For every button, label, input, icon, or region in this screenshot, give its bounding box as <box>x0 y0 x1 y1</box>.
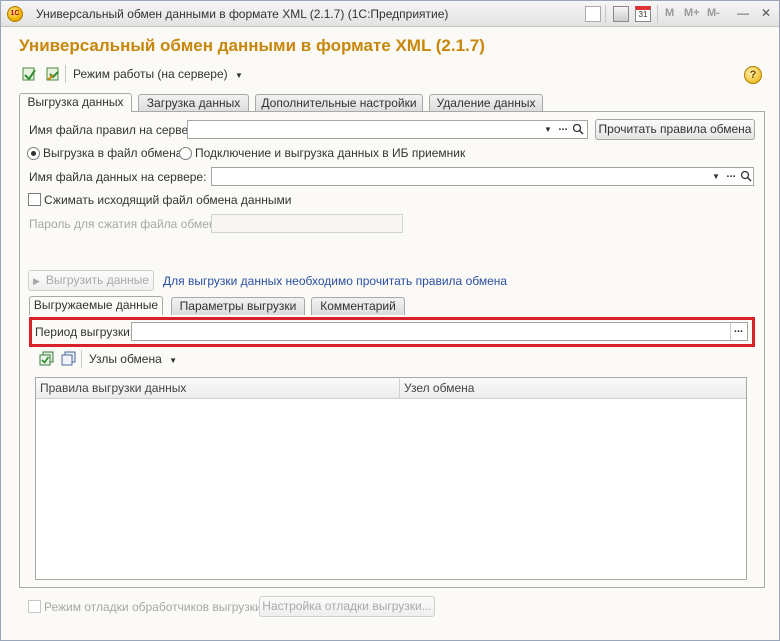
export-rules-table[interactable]: Правила выгрузки данных Узел обмена <box>35 377 747 580</box>
data-file-label: Имя файла данных на сервере: <box>29 170 207 184</box>
rules-file-input[interactable] <box>187 120 588 139</box>
export-to-file-radio[interactable] <box>27 147 40 160</box>
help-icon[interactable]: ? <box>744 66 762 84</box>
tab-exported-data[interactable]: Выгружаемые данные <box>29 296 163 315</box>
tab-additional-settings[interactable]: Дополнительные настройки <box>255 94 423 112</box>
column-header-export-rules[interactable]: Правила выгрузки данных <box>40 381 186 395</box>
close-button[interactable]: ✕ <box>757 5 775 22</box>
column-header-exchange-node[interactable]: Узел обмена <box>404 381 474 395</box>
uncheck-all-icon[interactable] <box>61 351 77 367</box>
compress-checkbox[interactable] <box>28 193 41 206</box>
rules-file-label: Имя файла правил на сервере: <box>29 123 205 137</box>
chevron-down-icon[interactable]: ▼ <box>541 121 555 138</box>
work-mode-dropdown[interactable]: Режим работы (на сервере) ▼ <box>73 67 243 81</box>
table-header: Правила выгрузки данных Узел обмена <box>36 378 746 399</box>
compress-label: Сжимать исходящий файл обмена данными <box>44 193 292 207</box>
check-all-icon[interactable] <box>39 351 55 367</box>
export-to-file-label: Выгрузка в файл обмена <box>43 146 183 160</box>
password-label: Пароль для сжатия файла обмена: <box>29 217 226 231</box>
toolbar-separator <box>81 350 82 368</box>
work-mode-label: Режим работы (на сервере) <box>73 67 228 81</box>
window-title: Универсальный обмен данными в формате XM… <box>36 7 449 21</box>
choose-file-button[interactable]: ... <box>555 121 571 138</box>
chevron-down-icon: ▼ <box>235 71 243 80</box>
period-highlight <box>29 317 755 347</box>
export-data-button[interactable]: ▶ Выгрузить данные <box>28 270 154 291</box>
connect-export-radio[interactable] <box>179 147 192 160</box>
column-separator[interactable] <box>399 378 400 399</box>
connect-export-label: Подключение и выгрузка данных в ИБ прием… <box>195 146 466 160</box>
play-icon: ▶ <box>33 276 40 286</box>
password-input[interactable] <box>211 214 403 233</box>
debug-mode-label: Режим отладки обработчиков выгрузки <box>44 600 262 614</box>
choose-data-file-button[interactable]: ... <box>723 168 739 185</box>
tab-import[interactable]: Загрузка данных <box>138 94 249 112</box>
main-window: 1С Универсальный обмен данными в формате… <box>0 0 780 641</box>
data-file-input[interactable] <box>211 167 754 186</box>
app-logo-icon[interactable]: 1С <box>7 6 23 22</box>
export-data-label: Выгрузить данные <box>45 273 149 287</box>
tab-comment[interactable]: Комментарий <box>311 297 405 315</box>
exchange-nodes-label: Узлы обмена <box>89 352 162 366</box>
minimize-button[interactable]: — <box>734 5 752 22</box>
chevron-down-icon[interactable]: ▼ <box>709 168 723 185</box>
tab-export-params[interactable]: Параметры выгрузки <box>171 297 305 315</box>
toolbar-separator <box>65 65 66 83</box>
restore-settings-icon[interactable] <box>45 66 61 82</box>
search-icon[interactable] <box>739 168 753 185</box>
debug-settings-button[interactable]: Настройка отладки выгрузки... <box>259 596 435 617</box>
memory-minus-button[interactable]: M- <box>707 7 720 19</box>
memory-plus-button[interactable]: M+ <box>684 7 700 19</box>
tab-delete-data[interactable]: Удаление данных <box>429 94 543 112</box>
calendar-icon[interactable]: 31 <box>635 6 651 22</box>
memory-button[interactable]: M <box>665 7 674 19</box>
search-icon[interactable] <box>571 121 585 138</box>
read-rules-hint-link[interactable]: Для выгрузки данных необходимо прочитать… <box>163 274 507 288</box>
toolbar-separator <box>605 5 606 23</box>
document-icon[interactable] <box>585 6 601 22</box>
title-bar: 1С Универсальный обмен данными в формате… <box>1 1 779 27</box>
calculator-icon[interactable] <box>613 6 629 22</box>
save-settings-icon[interactable] <box>21 66 37 82</box>
page-title: Универсальный обмен данными в формате XM… <box>19 36 485 55</box>
tab-export[interactable]: Выгрузка данных <box>19 93 132 112</box>
toolbar-separator <box>657 5 658 23</box>
read-rules-button[interactable]: Прочитать правила обмена <box>595 119 755 140</box>
chevron-down-icon: ▼ <box>169 356 178 365</box>
exchange-nodes-dropdown[interactable]: Узлы обмена ▼ <box>89 352 177 366</box>
debug-mode-checkbox[interactable] <box>28 600 41 613</box>
